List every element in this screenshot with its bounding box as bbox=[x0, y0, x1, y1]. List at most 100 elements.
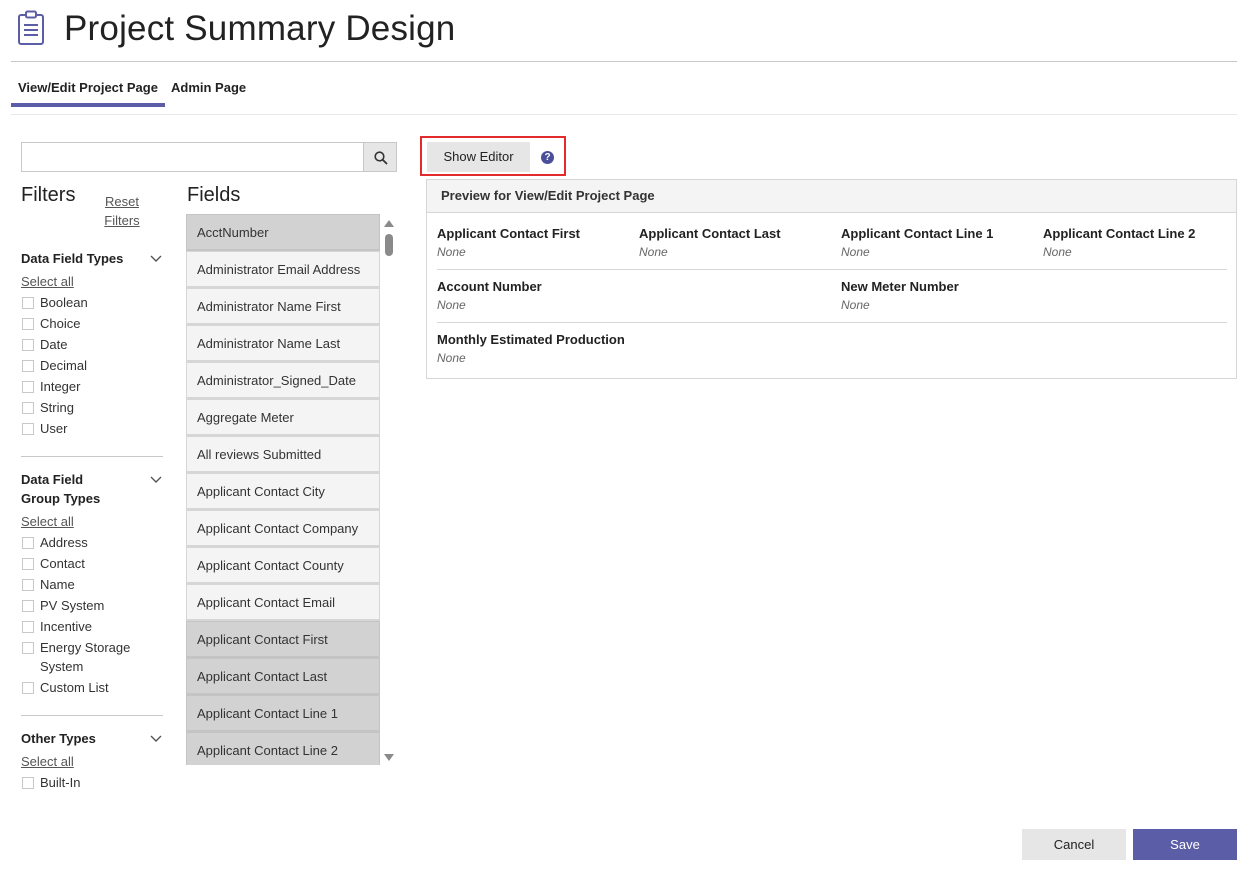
filter-option-string[interactable]: String bbox=[21, 398, 163, 417]
option-label: User bbox=[40, 421, 68, 436]
field-item[interactable]: Applicant Contact Line 1 bbox=[186, 695, 380, 732]
field-item[interactable]: Applicant Contact Last bbox=[186, 658, 380, 695]
save-button[interactable]: Save bbox=[1133, 829, 1237, 860]
option-label: Integer bbox=[40, 379, 81, 394]
preview-field-label: Account Number bbox=[437, 279, 542, 294]
reset-filters-link[interactable]: Reset Filters bbox=[101, 192, 143, 230]
filter-option-integer[interactable]: Integer bbox=[21, 377, 163, 396]
filter-group-title: Data Field Types bbox=[21, 251, 124, 266]
preview-field-label: Applicant Contact Last bbox=[639, 226, 781, 241]
filter-option-contact[interactable]: Contact bbox=[21, 554, 163, 573]
filter-option-name[interactable]: Name bbox=[21, 575, 163, 594]
preview-field-label: Applicant Contact Line 1 bbox=[841, 226, 994, 241]
checkbox[interactable] bbox=[22, 402, 34, 414]
field-item[interactable]: Applicant Contact City bbox=[186, 473, 380, 510]
preview-field: Applicant Contact First None bbox=[437, 224, 637, 262]
fields-scrollbar[interactable] bbox=[381, 214, 398, 765]
filter-option-boolean[interactable]: Boolean bbox=[21, 293, 163, 312]
checkbox[interactable] bbox=[22, 339, 34, 351]
preview-field: Applicant Contact Last None bbox=[639, 224, 839, 262]
search-button[interactable] bbox=[363, 142, 397, 172]
filter-option-energy-storage-system[interactable]: Energy Storage System bbox=[21, 638, 141, 676]
chevron-down-icon[interactable] bbox=[149, 472, 163, 486]
filter-option-user[interactable]: User bbox=[21, 419, 163, 438]
checkbox[interactable] bbox=[22, 381, 34, 393]
cancel-button[interactable]: Cancel bbox=[1022, 829, 1126, 860]
preview-field: Applicant Contact Line 1 None bbox=[841, 224, 1041, 262]
field-item[interactable]: Administrator_Signed_Date bbox=[186, 362, 380, 399]
header-divider bbox=[11, 61, 1237, 62]
checkbox[interactable] bbox=[22, 777, 34, 789]
filter-option-built-in[interactable]: Built-In bbox=[21, 773, 163, 792]
option-label: Decimal bbox=[40, 358, 87, 373]
checkbox[interactable] bbox=[22, 621, 34, 633]
option-label: Custom List bbox=[40, 680, 109, 695]
checkbox[interactable] bbox=[22, 537, 34, 549]
field-item[interactable]: Applicant Contact County bbox=[186, 547, 380, 584]
field-item[interactable]: Applicant Contact Company bbox=[186, 510, 380, 547]
select-all-link[interactable]: Select all bbox=[21, 274, 74, 289]
field-item[interactable]: AcctNumber bbox=[186, 214, 380, 251]
filter-group-data-field-group-types: Data Field Group Types Select all Addres… bbox=[21, 470, 163, 697]
select-all-link[interactable]: Select all bbox=[21, 754, 74, 769]
scroll-thumb[interactable] bbox=[385, 234, 393, 256]
preview-field: Monthly Estimated Production None bbox=[437, 330, 697, 368]
preview-field-value: None bbox=[841, 245, 870, 259]
tab-view-edit-project-page[interactable]: View/Edit Project Page bbox=[11, 74, 165, 107]
filter-option-pv-system[interactable]: PV System bbox=[21, 596, 163, 615]
search-icon bbox=[374, 151, 388, 165]
scroll-up-arrow-icon[interactable] bbox=[384, 220, 394, 227]
preview-field-value: None bbox=[639, 245, 668, 259]
field-item[interactable]: Applicant Contact Line 2 bbox=[186, 732, 380, 765]
field-item[interactable]: Administrator Name Last bbox=[186, 325, 380, 362]
preview-field: Applicant Contact Line 2 None bbox=[1043, 224, 1243, 262]
filter-group-data-field-types: Data Field Types Select all Boolean Choi… bbox=[21, 249, 163, 438]
filter-option-incentive[interactable]: Incentive bbox=[21, 617, 163, 636]
chevron-down-icon[interactable] bbox=[149, 731, 163, 745]
field-item[interactable]: Applicant Contact Email bbox=[186, 584, 380, 621]
show-editor-highlight: Show Editor ? bbox=[420, 136, 566, 176]
option-label: String bbox=[40, 400, 74, 415]
checkbox[interactable] bbox=[22, 318, 34, 330]
field-item[interactable]: Administrator Name First bbox=[186, 288, 380, 325]
search-input[interactable] bbox=[21, 142, 363, 172]
chevron-down-icon[interactable] bbox=[149, 251, 163, 265]
help-icon[interactable]: ? bbox=[541, 151, 554, 164]
preview-field-value: None bbox=[437, 351, 466, 365]
checkbox[interactable] bbox=[22, 600, 34, 612]
filter-option-date[interactable]: Date bbox=[21, 335, 163, 354]
checkbox[interactable] bbox=[22, 558, 34, 570]
field-item[interactable]: Applicant Contact First bbox=[186, 621, 380, 658]
option-label: Name bbox=[40, 577, 75, 592]
preview-field-value: None bbox=[437, 298, 466, 312]
checkbox[interactable] bbox=[22, 682, 34, 694]
option-label: Address bbox=[40, 535, 88, 550]
preview-panel: Preview for View/Edit Project Page Appli… bbox=[426, 179, 1237, 379]
option-label: Boolean bbox=[40, 295, 88, 310]
preview-field: Account Number None bbox=[437, 277, 637, 315]
checkbox[interactable] bbox=[22, 423, 34, 435]
tab-admin-page[interactable]: Admin Page bbox=[164, 74, 253, 107]
filter-option-custom-list[interactable]: Custom List bbox=[21, 678, 163, 697]
filter-divider bbox=[21, 456, 163, 457]
checkbox[interactable] bbox=[22, 642, 34, 654]
filter-option-choice[interactable]: Choice bbox=[21, 314, 163, 333]
field-item[interactable]: Administrator Email Address bbox=[186, 251, 380, 288]
show-editor-button[interactable]: Show Editor bbox=[427, 142, 530, 172]
checkbox[interactable] bbox=[22, 297, 34, 309]
field-item[interactable]: All reviews Submitted bbox=[186, 436, 380, 473]
select-all-link[interactable]: Select all bbox=[21, 514, 74, 529]
fields-title: Fields bbox=[187, 184, 241, 206]
checkbox[interactable] bbox=[22, 579, 34, 591]
page-header: Project Summary Design bbox=[0, 0, 1251, 62]
filter-option-decimal[interactable]: Decimal bbox=[21, 356, 163, 375]
option-label: Date bbox=[40, 337, 68, 352]
preview-field-label: New Meter Number bbox=[841, 279, 959, 294]
filter-option-address[interactable]: Address bbox=[21, 533, 163, 552]
tabs-divider bbox=[11, 114, 1237, 115]
checkbox[interactable] bbox=[22, 360, 34, 372]
field-item[interactable]: Aggregate Meter bbox=[186, 399, 380, 436]
scroll-down-arrow-icon[interactable] bbox=[384, 754, 394, 761]
preview-field-label: Applicant Contact Line 2 bbox=[1043, 226, 1196, 241]
filter-divider bbox=[21, 715, 163, 716]
